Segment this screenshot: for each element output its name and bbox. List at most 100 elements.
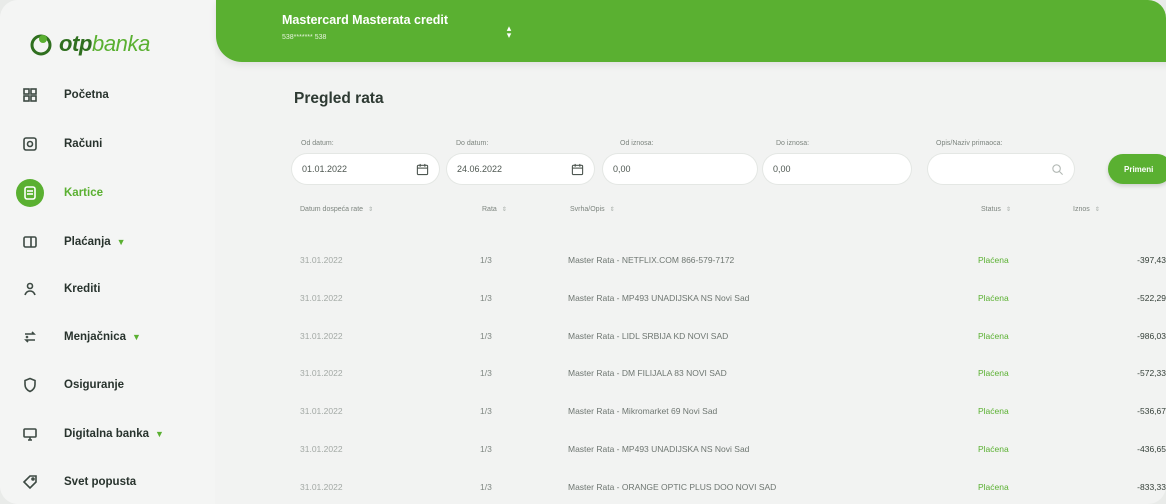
to-date-label: Do datum: [456,140,489,147]
from-date-field[interactable] [292,154,439,184]
exchange-icon [16,323,44,351]
description-cell: Master Rata - LIDL SRBIJA KD NOVI SAD [568,330,729,341]
status-badge: Plaćena [978,292,1009,303]
sidebar-item-label: Plaćanja [64,236,111,248]
sort-icon[interactable]: ⇕ [1095,206,1100,213]
sidebar-item-label: Računi [64,138,103,150]
from-amount-field[interactable] [603,154,757,184]
description-cell: Master Rata - ORANGE OPTIC PLUS DOO NOVI… [568,481,777,492]
sort-icon[interactable]: ⇕ [1006,206,1011,213]
from-date-input[interactable] [302,164,412,174]
description-cell: Master Rata - MP493 UNADIJSKA NS Novi Sa… [568,444,750,454]
amount-cell: -986,03 [1137,330,1166,341]
search-input[interactable] [938,164,1047,174]
sidebar-item-2[interactable]: Računi [16,127,206,161]
table-row[interactable]: 31.01.2022 1/3 Master Rata - LIDL SRBIJA K… [270,318,1166,354]
apply-button[interactable]: Primeni [1108,154,1166,184]
sort-icon[interactable]: ⇕ [368,206,373,213]
col-header-amount[interactable]: Iznos ⇕ [1073,206,1100,213]
description-cell: Master Rata - MP493 UNADIJSKA NS Novi Sa… [568,292,750,303]
sidebar-item-label: Početna [64,89,109,101]
col-header-due-date[interactable]: Datum dospeća rate ⇕ [300,206,373,213]
sidebar: otpbanka Početna Računi Kartice Plaćanja ▼ Kr… [0,0,215,504]
sidebar-item-6[interactable]: Menjačnica ▼ [16,320,206,354]
rate-cell: 1/3 [480,481,492,492]
search-icon[interactable] [1051,163,1064,176]
loan-icon [16,275,44,303]
sidebar-item-label: Svet popusta [64,476,137,488]
table-row[interactable]: 31.01.2022 1/3 Master Rata - ORANGE OPTIC … [270,469,1166,504]
logo-icon [30,34,52,56]
tag-icon [16,468,44,496]
card-icon [16,179,44,207]
col-header-status[interactable]: Status ⇕ [981,206,1011,213]
col-header-description[interactable]: Svrha/Opis ⇕ [570,206,615,213]
table-row[interactable]: 31.01.2022 1/3 Master Rata - Mikromarket 6… [270,393,1166,429]
table-row[interactable]: 31.01.2022 1/3 Master Rata - NETFLIX.COM 8… [270,242,1166,278]
description-cell: Master Rata - DM FILIJALA 83 NOVI SAD [568,368,727,379]
grid-icon [16,81,44,109]
due-date-cell: 31.01.2022 [300,444,343,454]
amount-cell: -522,29 [1137,292,1166,303]
status-badge: Plaćena [978,255,1009,265]
search-field[interactable] [928,154,1074,184]
table-row[interactable]: 31.01.2022 1/3 Master Rata - DM FILIJALA 8… [270,355,1166,391]
status-badge: Plaćena [978,406,1009,417]
sidebar-item-3[interactable]: Kartice [16,176,206,210]
card-switch-chevron-icon[interactable]: ▴ ▾ [504,24,514,40]
amount-cell: -397,43 [1137,255,1166,265]
sidebar-item-label: Kartice [64,187,103,199]
sidebar-item-5[interactable]: Krediti [16,272,206,306]
sidebar-item-8[interactable]: Digitalna banka ▼ [16,417,206,451]
chevron-down-icon[interactable]: ▼ [117,237,126,247]
from-amount-input[interactable] [613,164,747,174]
sort-icon[interactable]: ⇕ [610,206,615,213]
chevron-down-icon[interactable]: ▼ [132,332,141,342]
rate-cell: 1/3 [480,292,492,303]
logo-text: otpbanka [59,31,150,57]
col-header-rate-label: Rata [482,206,497,213]
sidebar-item-label: Osiguranje [64,379,125,391]
logo-text-light: banka [92,31,150,56]
sidebar-item-label: Menjačnica [64,331,126,343]
sidebar-item-9[interactable]: Svet popusta [16,465,206,499]
status-badge: Plaćena [978,481,1009,492]
rate-cell: 1/3 [480,255,492,265]
to-amount-input[interactable] [773,164,901,174]
col-header-status-label: Status [981,206,1001,213]
to-date-field[interactable] [447,154,594,184]
due-date-cell: 31.01.2022 [300,406,343,417]
app-window: otpbanka Početna Računi Kartice Plaćanja ▼ Kr… [0,0,1166,504]
col-header-due-date-label: Datum dospeća rate [300,206,364,213]
calendar-icon[interactable] [571,163,584,176]
rate-cell: 1/3 [480,444,492,454]
sidebar-item-1[interactable]: Početna [16,78,206,112]
search-label: Opis/Naziv primaoca: [936,140,1003,147]
sidebar-item-label: Digitalna banka [64,428,149,440]
chevron-down-icon[interactable]: ▼ [155,429,164,439]
sidebar-item-4[interactable]: Plaćanja ▼ [16,225,206,259]
otp-logo[interactable]: otpbanka [29,28,150,60]
to-amount-field[interactable] [763,154,911,184]
to-date-input[interactable] [457,164,567,174]
account-icon [16,130,44,158]
calendar-icon[interactable] [416,163,429,176]
due-date-cell: 31.01.2022 [300,255,343,265]
due-date-cell: 31.01.2022 [300,330,343,341]
shield-icon [16,371,44,399]
amount-cell: -833,33 [1137,481,1166,492]
table-row[interactable]: 31.01.2022 1/3 Master Rata - MP493 UNADIJS… [270,431,1166,467]
card-number: 538******* 538 [282,34,327,41]
col-header-rate[interactable]: Rata ⇕ [482,206,507,213]
card-title[interactable]: Mastercard Masterata credit [282,13,448,27]
payment-icon [16,228,44,256]
sort-icon[interactable]: ⇕ [502,206,507,213]
sidebar-item-7[interactable]: Osiguranje [16,368,206,402]
rate-cell: 1/3 [480,406,492,417]
sidebar-item-label: Krediti [64,283,101,295]
description-cell: Master Rata - NETFLIX.COM 866-579-7172 [568,255,735,265]
rate-cell: 1/3 [480,368,492,379]
status-badge: Plaćena [978,444,1009,454]
table-row[interactable]: 31.01.2022 1/3 Master Rata - MP493 UNADIJS… [270,280,1166,316]
status-badge: Plaćena [978,330,1009,341]
